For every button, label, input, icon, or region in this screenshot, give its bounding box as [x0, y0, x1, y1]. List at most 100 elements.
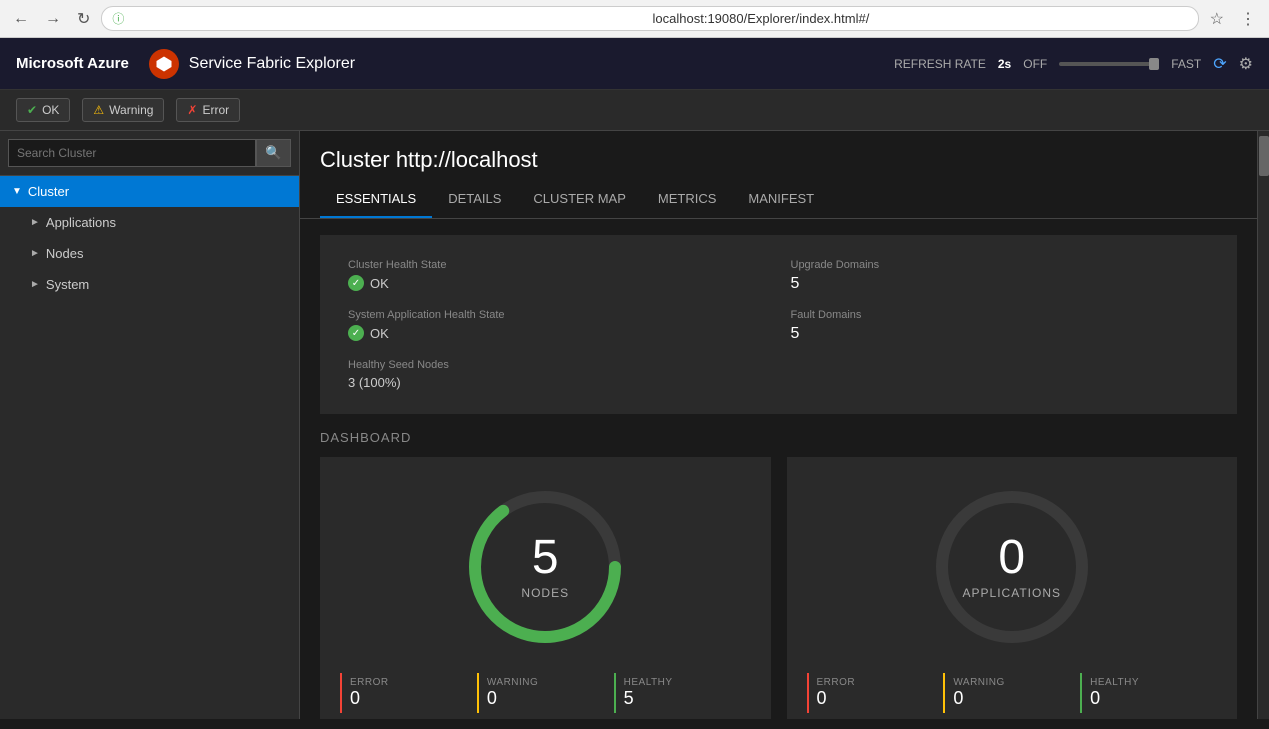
refresh-rate-value: 2s — [998, 57, 1011, 71]
sidebar-item-nodes[interactable]: ► Nodes — [0, 238, 299, 269]
dashboard-title: DASHBOARD — [320, 430, 1237, 445]
refresh-button[interactable]: ↻ — [72, 7, 95, 31]
healthy-seed-value: 3 (100%) — [348, 375, 767, 390]
off-label: OFF — [1023, 57, 1047, 71]
nodes-error-value: 0 — [350, 688, 469, 709]
apps-warning-value: 0 — [953, 688, 1072, 709]
search-button[interactable]: 🔍 — [256, 139, 291, 167]
menu-button[interactable]: ⋮ — [1235, 7, 1261, 31]
upgrade-domains-label: Upgrade Domains — [791, 259, 1210, 271]
app: Microsoft Azure Service Fabric Explorer … — [0, 38, 1269, 719]
system-health-value: ✓ OK — [348, 325, 767, 341]
ok-filter-button[interactable]: ✔ OK — [16, 98, 70, 122]
secure-icon: ⓘ — [112, 10, 647, 27]
address-bar[interactable]: ⓘ localhost:19080/Explorer/index.html#/ — [101, 6, 1198, 31]
tab-essentials[interactable]: ESSENTIALS — [320, 181, 432, 218]
sidebar-item-cluster[interactable]: ▼ Cluster — [0, 176, 299, 207]
nodes-warning-label: WARNING — [487, 677, 606, 688]
nodes-error-label: ERROR — [350, 677, 469, 688]
apps-gauge-center: 0 APPLICATIONS — [963, 534, 1061, 600]
dashboard-section: DASHBOARD 5 — [300, 430, 1257, 719]
refresh-icon[interactable]: ⟳ — [1213, 54, 1226, 74]
chevron-right-icon: ► — [30, 248, 40, 259]
nodes-healthy-value: 5 — [624, 688, 743, 709]
warning-label: Warning — [109, 103, 153, 117]
applications-card: 0 APPLICATIONS ERROR 0 WARNING 0 — [787, 457, 1238, 719]
cluster-health-item: Cluster Health State ✓ OK — [336, 251, 779, 301]
vertical-scrollbar[interactable] — [1257, 131, 1269, 719]
search-input[interactable] — [8, 139, 256, 167]
browser-chrome: ← → ↻ ⓘ localhost:19080/Explorer/index.h… — [0, 0, 1269, 38]
tab-metrics[interactable]: METRICS — [642, 181, 733, 218]
bookmark-button[interactable]: ☆ — [1205, 7, 1229, 31]
apps-gauge: 0 APPLICATIONS — [922, 477, 1102, 657]
app-logo — [149, 49, 179, 79]
sidebar-item-system[interactable]: ► System — [0, 269, 299, 300]
upgrade-domains-item: Upgrade Domains 5 — [779, 251, 1222, 301]
cluster-title: Cluster http://localhost — [320, 147, 1237, 173]
nodes-stats-row: ERROR 0 WARNING 0 HEALTHY 5 — [340, 673, 751, 713]
sidebar-item-applications[interactable]: ► Applications — [0, 207, 299, 238]
ok-circle-icon-2: ✓ — [348, 325, 364, 341]
ok-label: OK — [42, 103, 59, 117]
nodes-gauge-center: 5 NODES — [521, 534, 569, 600]
forward-button[interactable]: → — [40, 8, 66, 30]
apps-error-label: ERROR — [817, 677, 936, 688]
nodes-warning-value: 0 — [487, 688, 606, 709]
scrollbar-thumb[interactable] — [1259, 136, 1269, 176]
apps-healthy-label: HEALTHY — [1090, 677, 1209, 688]
search-box: 🔍 — [0, 131, 299, 176]
upgrade-domains-value: 5 — [791, 275, 1210, 293]
main-content: 🔍 ▼ Cluster ► Applications ► Nodes ► Sys… — [0, 131, 1269, 719]
back-button[interactable]: ← — [8, 8, 34, 30]
tab-manifest[interactable]: MANIFEST — [732, 181, 830, 218]
nodes-healthy-stat: HEALTHY 5 — [614, 673, 751, 713]
ok-circle-icon: ✓ — [348, 275, 364, 291]
settings-icon[interactable]: ⚙ — [1239, 54, 1253, 74]
cluster-header: Cluster http://localhost — [300, 131, 1257, 173]
right-panel: Cluster http://localhost ESSENTIALS DETA… — [300, 131, 1257, 719]
chevron-right-icon: ► — [30, 279, 40, 290]
dashboard-cards: 5 NODES ERROR 0 WARNING 0 — [320, 457, 1237, 719]
url-text: localhost:19080/Explorer/index.html#/ — [653, 11, 1188, 26]
sidebar: 🔍 ▼ Cluster ► Applications ► Nodes ► Sys… — [0, 131, 300, 719]
tabs: ESSENTIALS DETAILS CLUSTER MAP METRICS M… — [300, 181, 1257, 219]
nodes-card: 5 NODES ERROR 0 WARNING 0 — [320, 457, 771, 719]
fast-label: FAST — [1171, 57, 1201, 71]
essentials-grid: Cluster Health State ✓ OK Upgrade Domain… — [320, 235, 1237, 414]
apps-error-value: 0 — [817, 688, 936, 709]
apps-number: 0 — [963, 534, 1061, 582]
error-filter-button[interactable]: ✗ Error — [176, 98, 240, 122]
nav-right: REFRESH RATE 2s OFF FAST ⟳ ⚙ — [894, 54, 1253, 74]
apps-warning-label: WARNING — [953, 677, 1072, 688]
app-title: Service Fabric Explorer — [189, 55, 355, 73]
cluster-label: Cluster — [28, 184, 69, 199]
refresh-rate-label: REFRESH RATE — [894, 57, 986, 71]
azure-brand: Microsoft Azure — [16, 55, 129, 72]
healthy-seed-label: Healthy Seed Nodes — [348, 359, 767, 371]
system-health-label: System Application Health State — [348, 309, 767, 321]
nodes-healthy-label: HEALTHY — [624, 677, 743, 688]
applications-label: Applications — [46, 215, 116, 230]
chevron-right-icon: ► — [30, 217, 40, 228]
filter-bar: ✔ OK ⚠ Warning ✗ Error — [0, 90, 1269, 131]
apps-error-stat: ERROR 0 — [807, 673, 944, 713]
apps-healthy-value: 0 — [1090, 688, 1209, 709]
cluster-url: http://localhost — [396, 147, 538, 172]
system-label: System — [46, 277, 89, 292]
apps-warning-stat: WARNING 0 — [943, 673, 1080, 713]
nodes-error-stat: ERROR 0 — [340, 673, 477, 713]
cluster-health-label: Cluster Health State — [348, 259, 767, 271]
ok-check-icon: ✔ — [27, 103, 37, 117]
nodes-label: NODES — [521, 586, 569, 600]
warning-filter-button[interactable]: ⚠ Warning — [82, 98, 164, 122]
speed-slider[interactable] — [1059, 62, 1159, 66]
error-icon: ✗ — [187, 103, 197, 117]
nodes-label: Nodes — [46, 246, 84, 261]
tab-cluster-map[interactable]: CLUSTER MAP — [517, 181, 641, 218]
tab-details[interactable]: DETAILS — [432, 181, 517, 218]
fault-domains-item: Fault Domains 5 — [779, 301, 1222, 351]
apps-healthy-stat: HEALTHY 0 — [1080, 673, 1217, 713]
fault-domains-label: Fault Domains — [791, 309, 1210, 321]
nodes-number: 5 — [521, 534, 569, 582]
